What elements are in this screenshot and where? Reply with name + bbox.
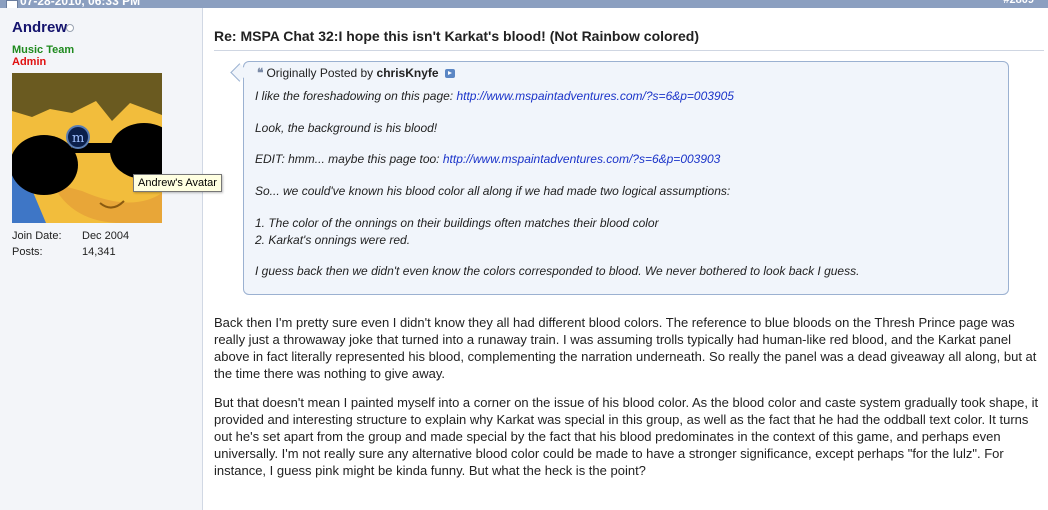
- post-header-bar: 07-28-2010, 06:33 PM #2809: [0, 0, 1048, 8]
- offline-status-icon: [66, 24, 74, 32]
- quote-line: EDIT: hmm... maybe this page too: http:/…: [255, 152, 720, 166]
- user-info-panel: Andrew Music Team Admin m Join Date: Dec…: [0, 8, 203, 510]
- quote-link[interactable]: http://www.mspaintadventures.com/?s=6&p=…: [456, 89, 734, 103]
- quote-prefix: Originally Posted by: [266, 66, 374, 80]
- post-date: 07-28-2010, 06:33 PM: [20, 0, 141, 8]
- view-post-icon[interactable]: [444, 69, 455, 79]
- quote-icon: ❝: [257, 66, 264, 80]
- username-link[interactable]: Andrew: [12, 19, 67, 36]
- title-divider: [214, 50, 1044, 51]
- post-select-checkbox[interactable]: [6, 0, 18, 8]
- quote-line: I like the foreshadowing on this page: h…: [255, 89, 734, 103]
- post-paragraph: Back then I'm pretty sure even I didn't …: [214, 315, 1037, 381]
- posts-value: 14,341: [82, 246, 116, 258]
- quote-link[interactable]: http://www.mspaintadventures.com/?s=6&p=…: [443, 152, 721, 166]
- quote-line: 2. Karkat's onnings were red.: [255, 233, 411, 247]
- post-paragraph: But that doesn't mean I painted myself i…: [214, 395, 1039, 478]
- quote-header: ❝ Originally Posted by chrisKnyfe: [257, 66, 455, 80]
- quote-text: I like the foreshadowing on this page:: [255, 89, 457, 103]
- post-number-link[interactable]: #2809: [1003, 0, 1034, 6]
- join-date-label: Join Date:: [12, 230, 62, 242]
- user-avatar[interactable]: m: [12, 73, 162, 223]
- quote-line: Look, the background is his blood!: [255, 121, 438, 135]
- quote-line: 1. The color of the onnings on their bui…: [255, 216, 659, 230]
- svg-text:m: m: [72, 131, 84, 146]
- avatar-image: m: [12, 73, 162, 223]
- quote-line: I guess back then we didn't even know th…: [255, 264, 860, 278]
- join-date-value: Dec 2004: [82, 230, 130, 242]
- quote-text: EDIT: hmm... maybe this page too:: [255, 152, 443, 166]
- quote-author: chrisKnyfe: [376, 66, 439, 80]
- post-title: Re: MSPA Chat 32:I hope this isn't Karka…: [214, 28, 700, 44]
- quote-line: So... we could've known his blood color …: [255, 184, 731, 198]
- posts-label: Posts:: [12, 246, 43, 258]
- user-team: Music Team: [12, 44, 75, 56]
- avatar-tooltip: Andrew's Avatar: [133, 174, 222, 192]
- user-role: Admin: [12, 56, 47, 68]
